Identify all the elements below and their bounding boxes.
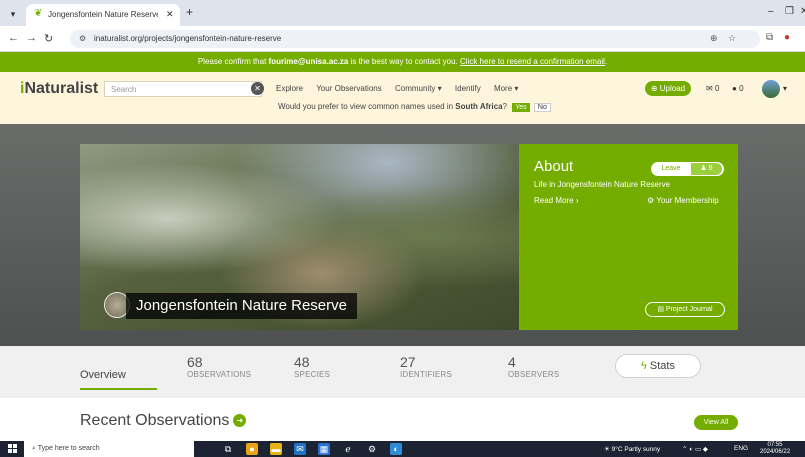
project-title: Jongensfontein Nature Reserve (126, 293, 357, 319)
file-explorer-icon[interactable]: ▬ (270, 443, 282, 455)
confirm-suffix: . (604, 57, 608, 66)
leave-project-button[interactable]: Leave ♟ 5 (651, 162, 724, 176)
windows-start-icon[interactable] (8, 444, 18, 454)
reload-icon[interactable]: ↻ (44, 32, 53, 45)
outlook-icon[interactable]: ✉ (294, 443, 306, 455)
arrow-right-circle-icon[interactable]: ➜ (233, 414, 247, 428)
project-stats-bar: Overview 68 OBSERVATIONS 48 SPECIES 27 I… (0, 346, 805, 398)
stats-button[interactable]: ϟ Stats (615, 354, 701, 378)
overview-tab[interactable]: Overview (80, 369, 126, 381)
region-name: South Africa (455, 102, 503, 111)
members-count-badge: ♟ 5 (691, 163, 722, 175)
inaturalist-logo[interactable]: iNaturalist (20, 80, 98, 98)
site-info-icon[interactable]: ⚙ (79, 34, 86, 43)
stat-species[interactable]: 48 SPECIES (294, 354, 330, 379)
notifications-icon[interactable]: ● 0 (732, 84, 744, 93)
read-more-link[interactable]: Read More › (534, 196, 578, 205)
stat-observers[interactable]: 4 OBSERVERS (508, 354, 559, 379)
leave-label: Leave (661, 165, 681, 172)
user-icon: ♟ (700, 165, 709, 172)
system-tray-icons[interactable]: ⌃ ◐ ▭ ◆ (682, 445, 708, 453)
edge-chromium-icon[interactable]: ◐ (390, 443, 402, 455)
edge-icon[interactable]: ℯ (342, 443, 354, 455)
overview-tab-underline (80, 388, 157, 390)
common-names-no-button[interactable]: No (533, 103, 551, 112)
email-confirmation-banner: Please confirm that fourime@unisa.ac.za … (0, 52, 805, 72)
new-tab-icon[interactable]: + (186, 5, 193, 19)
tab-list-chevron-icon[interactable]: ▾ (6, 7, 20, 21)
profile-icon[interactable]: ● (784, 32, 790, 43)
browser-address-bar: ← → ↻ ⚙ inaturalist.org/projects/jongens… (0, 26, 805, 52)
bookmark-star-icon[interactable]: ☆ (728, 33, 736, 44)
recent-observations-heading: Recent Observations ➜ (80, 412, 247, 430)
user-menu-chevron-icon[interactable]: ▾ (783, 84, 787, 93)
maximize-icon[interactable]: ❐ (785, 6, 794, 17)
forward-icon[interactable]: → (26, 32, 37, 44)
minimize-icon[interactable]: – (768, 6, 774, 17)
browser-tab[interactable]: ❦ Jongensfontein Nature Reserve ✕ (26, 4, 180, 26)
task-view-icon[interactable]: ⧉ (222, 443, 234, 455)
common-names-prompt: Would you prefer to view common names us… (278, 102, 551, 112)
taskbar-search-input[interactable]: ⌕ Type here to search (24, 441, 194, 457)
settings-icon[interactable]: ⚙ (366, 443, 378, 455)
stat-observations[interactable]: 68 OBSERVATIONS (187, 354, 251, 379)
weather-widget[interactable]: ☀ 9°C Partly sunny (604, 445, 660, 453)
project-description: Life in Jongensfontein Nature Reserve (534, 180, 671, 189)
zoom-icon[interactable]: ⊕ (710, 33, 718, 44)
weather-icon: ☀ (604, 446, 612, 453)
back-icon[interactable]: ← (8, 32, 19, 44)
main-navigation: Explore Your Observations Community ▾ Id… (276, 84, 529, 93)
confirm-middle: is the best way to contact you. (348, 57, 460, 66)
windows-taskbar: ⌕ Type here to search ⧉ ● ▬ ✉ ▦ ℯ ⚙ ◐ ☀ … (0, 441, 805, 457)
nav-community[interactable]: Community ▾ (395, 84, 442, 93)
close-window-icon[interactable]: ✕ (800, 6, 805, 17)
confirm-prefix: Please confirm that (197, 57, 269, 66)
nav-explore[interactable]: Explore (276, 84, 303, 93)
browser-tab-bar: ▾ ❦ Jongensfontein Nature Reserve ✕ + – … (0, 0, 805, 26)
upload-plus-icon: ⊕ (650, 84, 660, 93)
view-all-button[interactable]: View All (694, 415, 738, 430)
about-panel: About Leave ♟ 5 Life in Jongensfontein N… (519, 144, 738, 330)
site-header: iNaturalist Search ✕ Explore Your Observ… (0, 72, 805, 124)
common-names-yes-button[interactable]: Yes (512, 103, 530, 112)
tab-title: Jongensfontein Nature Reserve (48, 10, 158, 19)
site-search-input[interactable]: Search (104, 81, 262, 97)
confirm-email: fourime@unisa.ac.za (268, 57, 349, 66)
about-title: About (534, 158, 574, 175)
store-icon[interactable]: ▦ (318, 443, 330, 455)
chrome-icon[interactable]: ● (246, 443, 258, 455)
url-field[interactable]: ⚙ inaturalist.org/projects/jongensfontei… (70, 30, 760, 48)
inaturalist-favicon-icon: ❦ (34, 8, 43, 19)
lightning-icon: ϟ (641, 360, 650, 372)
user-avatar[interactable] (762, 80, 780, 98)
messages-icon[interactable]: ✉ 0 (706, 84, 719, 93)
language-indicator[interactable]: ENG (734, 445, 748, 452)
resend-confirmation-link[interactable]: Click here to resend a confirmation emai… (460, 57, 605, 66)
extensions-icon[interactable]: ⧉ (766, 32, 773, 43)
search-clear-icon[interactable]: ✕ (251, 82, 264, 95)
gear-icon: ⚙ (647, 196, 657, 205)
nav-your-observations[interactable]: Your Observations (316, 84, 382, 93)
taskbar-clock[interactable]: 07:55 2024/06/22 (760, 442, 790, 456)
upload-button[interactable]: ⊕ Upload (645, 81, 691, 96)
project-journal-button[interactable]: ▤ Project Journal (645, 302, 725, 317)
stat-identifiers[interactable]: 27 IDENTIFIERS (400, 354, 452, 379)
project-hero: Jongensfontein Nature Reserve About Leav… (0, 124, 805, 346)
url-text: inaturalist.org/projects/jongensfontein-… (94, 34, 282, 43)
your-membership-link[interactable]: ⚙ Your Membership (647, 196, 719, 205)
journal-icon: ▤ (657, 306, 666, 313)
nav-identify[interactable]: Identify (455, 84, 481, 93)
nav-more[interactable]: More ▾ (494, 84, 518, 93)
close-tab-icon[interactable]: ✕ (166, 9, 174, 20)
